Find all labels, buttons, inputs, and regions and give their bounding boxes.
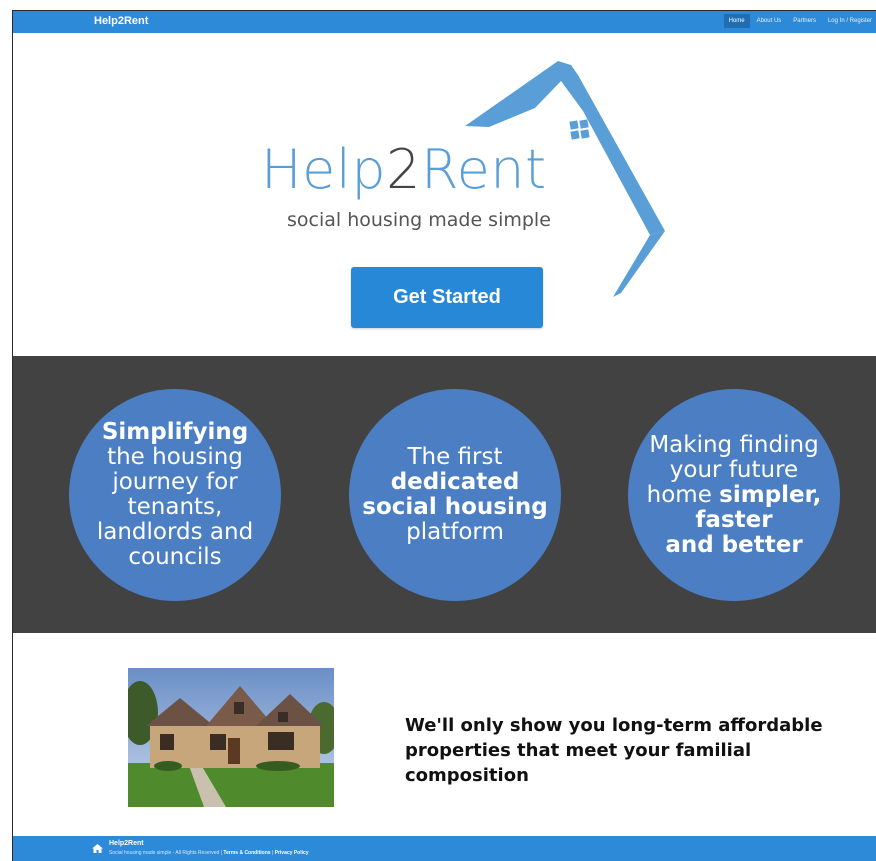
privacy-link[interactable]: Privacy Policy: [275, 850, 309, 856]
house-photo: [128, 668, 334, 807]
navbar-brand[interactable]: Help2Rent: [94, 15, 148, 27]
nav-partners[interactable]: Partners: [788, 14, 821, 28]
hero-section: Help2Rent social housing made simple Get…: [13, 33, 876, 356]
home-icon: [92, 844, 103, 853]
features-band: Simplifying the housing journey for tena…: [13, 356, 876, 633]
nav-home[interactable]: Home: [723, 14, 750, 28]
logo-wordmark: Help2Rent: [261, 138, 547, 201]
footer-copyright: Social housing made simple - All Rights …: [109, 850, 309, 856]
get-started-button[interactable]: Get Started: [351, 267, 543, 328]
logo-tagline: social housing made simple: [287, 209, 551, 231]
nav-about-us[interactable]: About Us: [752, 14, 787, 28]
footer-brand: Help2Rent: [109, 840, 144, 847]
footer: Help2Rent Social housing made simple - A…: [13, 836, 876, 861]
promo-text: We'll only show you long-term affordable…: [405, 715, 823, 786]
top-navbar: Help2Rent Home About Us Partners Log In …: [13, 11, 876, 33]
page-frame: Help2Rent Home About Us Partners Log In …: [12, 10, 876, 861]
terms-link[interactable]: Terms & Conditions: [223, 850, 270, 856]
nav-login-register[interactable]: Log In / Register: [823, 14, 876, 28]
nav-menu: Home About Us Partners Log In / Register: [723, 14, 876, 28]
feature-circle-simpler-faster: Making finding your future home simpler,…: [628, 389, 840, 601]
feature-circle-first-platform: The first dedicated social housing platf…: [349, 389, 561, 601]
promo-section: We'll only show you long-term affordable…: [13, 633, 876, 836]
feature-circle-simplifying: Simplifying the housing journey for tena…: [69, 389, 281, 601]
